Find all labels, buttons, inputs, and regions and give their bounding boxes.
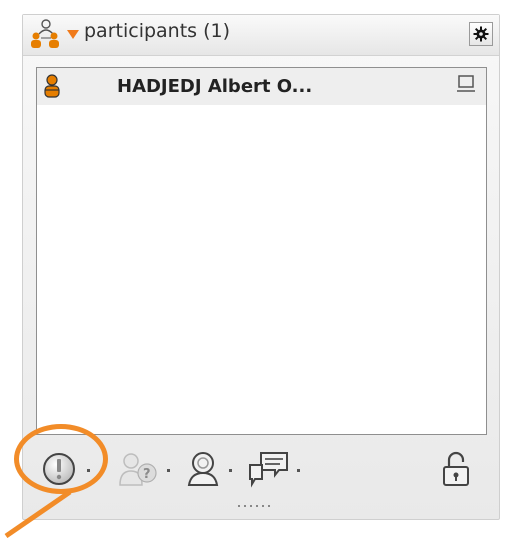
resize-grip[interactable] [238, 505, 274, 509]
dropdown-indicator [167, 469, 170, 472]
svg-text:?: ? [143, 467, 151, 482]
monitor-icon [457, 75, 475, 92]
dropdown-indicator [229, 469, 232, 472]
annotation-pointer [4, 490, 72, 538]
person-badge-icon [187, 452, 219, 486]
participant-list[interactable]: HADJEDJ Albert O... [36, 67, 487, 435]
dropdown-indicator [297, 469, 300, 472]
lock-button[interactable] [437, 447, 477, 491]
participant-row[interactable]: HADJEDJ Albert O... [37, 68, 486, 105]
pod-title[interactable]: participants (1) [84, 20, 230, 42]
person-question-icon: ? [119, 453, 157, 486]
participant-name: HADJEDJ Albert O... [117, 76, 313, 97]
questions-button[interactable]: ? [115, 447, 175, 491]
host-person-icon [44, 74, 60, 98]
options-button[interactable] [469, 22, 493, 46]
unlock-icon [443, 451, 469, 486]
people-group-icon[interactable] [29, 18, 63, 50]
triangle-down-icon[interactable] [67, 30, 79, 40]
chat-button[interactable] [245, 447, 305, 491]
pod-titlebar: participants (1) [23, 15, 499, 56]
annotation-highlight-circle [14, 424, 108, 494]
gear-icon [473, 26, 489, 42]
speech-bubbles-icon [249, 452, 288, 488]
role-button[interactable] [181, 447, 237, 491]
